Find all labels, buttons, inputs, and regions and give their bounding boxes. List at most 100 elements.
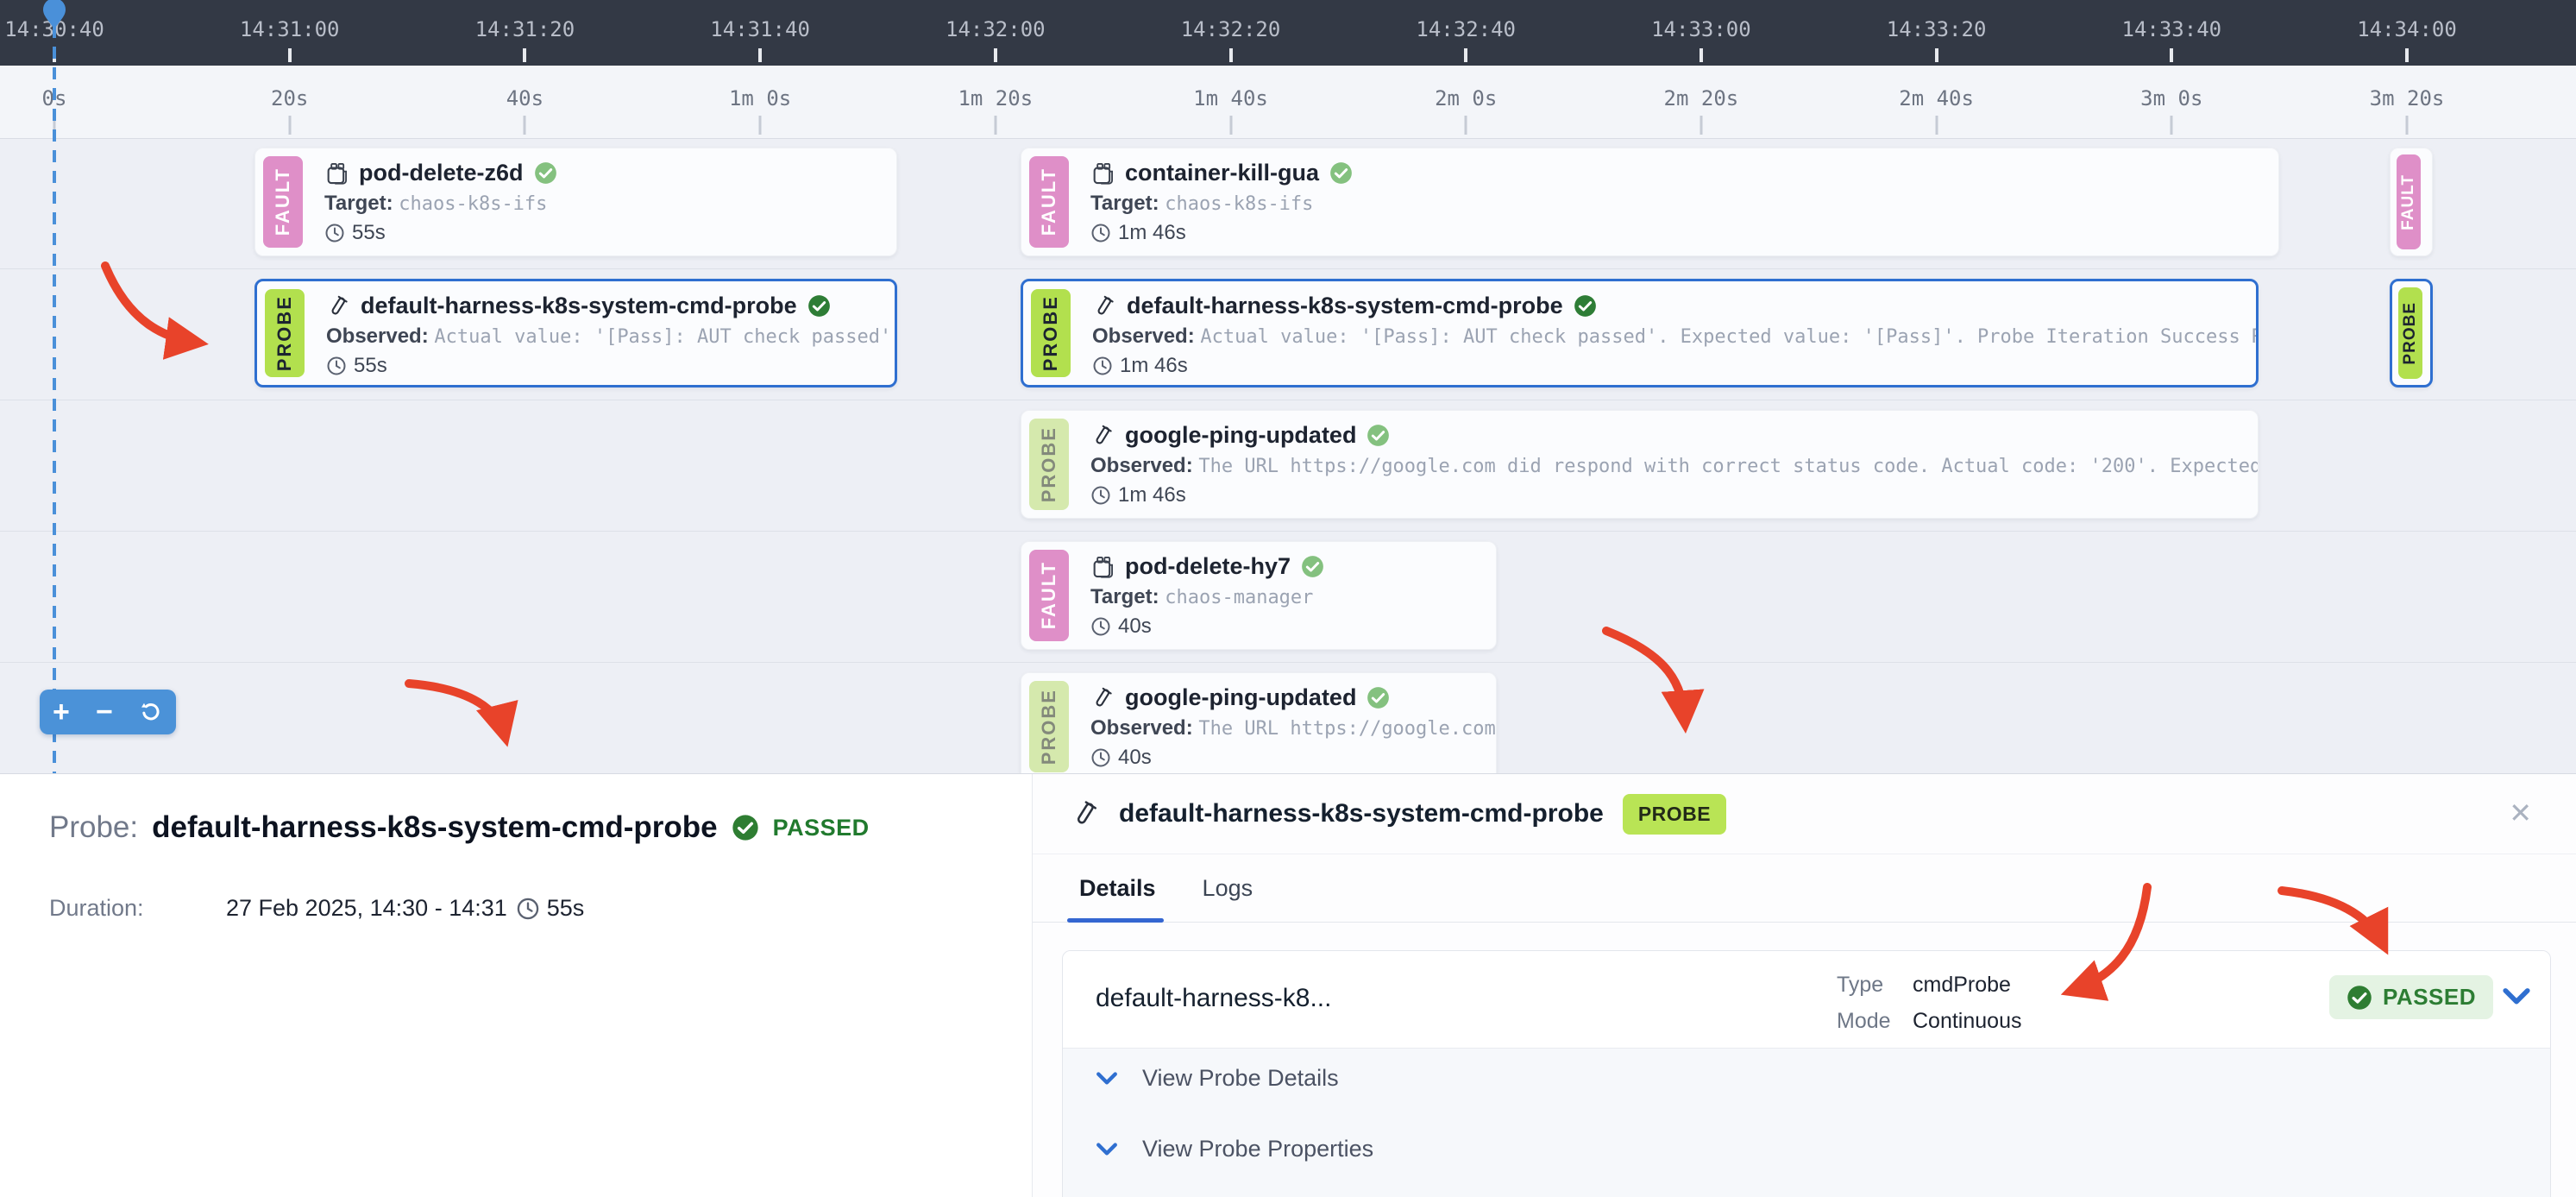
relative-time-tick-label: 1m 40s	[1193, 86, 1268, 110]
zoom-in-button[interactable]: +	[53, 697, 70, 727]
probe-test-tube-icon	[1090, 424, 1115, 448]
absolute-time-tick-label: 14:31:00	[240, 17, 340, 41]
tick-mark	[288, 116, 291, 135]
passed-status-badge: PASSED	[2329, 975, 2493, 1019]
timeline-event-card[interactable]: PROBE default-harness-k8s-system-cmd-pro…	[254, 279, 897, 387]
tick-mark	[1465, 116, 1467, 135]
event-title: google-ping-updated	[1125, 684, 1356, 711]
row-divider	[0, 531, 2576, 532]
check-circle-icon	[534, 161, 557, 185]
event-kind-badge: PROBE	[2398, 287, 2422, 379]
probe-test-tube-icon	[1090, 686, 1115, 710]
absolute-time-tick-label: 14:31:40	[710, 17, 810, 41]
fault-icon	[1090, 555, 1115, 579]
detail-panel-header: default-harness-k8s-system-cmd-probe PRO…	[1033, 774, 2576, 854]
clock-icon	[516, 897, 540, 921]
absolute-time-tick-label: 14:32:20	[1181, 17, 1281, 41]
tick-mark	[288, 48, 292, 62]
passed-status-text: PASSED	[2383, 984, 2476, 1011]
timeline-event-card[interactable]: PROBE google-ping-updated	[1021, 672, 1497, 773]
event-card-content: pod-delete-z6d Target: chaos-k8s-ifs 55s	[311, 148, 896, 255]
event-kind-badge: FAULT	[1029, 550, 1069, 641]
check-circle-icon	[2347, 985, 2372, 1011]
probe-test-tube-icon	[326, 294, 350, 318]
check-circle-icon	[1301, 555, 1324, 578]
tab-details[interactable]: Details	[1079, 875, 1156, 902]
detail-panel-title: default-harness-k8s-system-cmd-probe	[1119, 799, 1604, 828]
event-duration: 55s	[352, 221, 386, 245]
clock-icon	[1090, 747, 1111, 768]
zoom-out-button[interactable]: −	[96, 697, 113, 727]
fault-icon	[324, 161, 349, 186]
event-card-content: container-kill-gua Target: chaos-k8s-ifs…	[1077, 148, 2278, 255]
bottom-detail-area: Probe: default-harness-k8s-system-cmd-pr…	[0, 773, 2576, 1197]
zoom-reset-button[interactable]	[139, 700, 163, 724]
probe-summary-row[interactable]: default-harness-k8... TypecmdProbe ModeC…	[1063, 951, 2550, 1049]
timeline-event-card[interactable]: FAULT pod-delete-hy7	[1021, 541, 1497, 650]
event-meta-value: The URL https://google.com…	[1198, 718, 1496, 740]
probe-heading-label: Probe:	[49, 810, 138, 845]
event-duration: 40s	[1118, 746, 1152, 770]
event-kind-badge: FAULT	[2397, 154, 2421, 249]
tick-mark	[2170, 48, 2173, 62]
event-kind-badge: FAULT	[1029, 156, 1069, 248]
check-circle-icon	[1367, 424, 1390, 447]
duration-label: Duration:	[49, 895, 226, 922]
event-duration: 1m 46s	[1118, 483, 1186, 507]
probe-test-tube-icon	[1071, 799, 1100, 828]
probe-name-truncated: default-harness-k8...	[1096, 984, 1331, 1013]
timeline-zoom-controls: + −	[40, 690, 176, 734]
event-title: pod-delete-hy7	[1125, 553, 1291, 580]
absolute-time-ruler: 14:30:4014:31:0014:31:2014:31:4014:32:00…	[0, 0, 2576, 66]
tab-logs[interactable]: Logs	[1203, 875, 1253, 902]
clock-icon	[1092, 356, 1113, 376]
mode-label: Mode	[1837, 1003, 1913, 1039]
view-probe-properties-link[interactable]: View Probe Properties	[1096, 1136, 1373, 1162]
duration-seconds: 55s	[547, 895, 585, 922]
timeline-event-card[interactable]: FAULT pod-delete-z6d	[254, 148, 897, 256]
relative-time-tick-label: 40s	[506, 86, 543, 110]
event-meta-value: The URL https://google.com did respond w…	[1198, 456, 2258, 477]
tick-mark	[1464, 48, 1467, 62]
event-meta-value: Actual value: '[Pass]: AUT check passed'…	[1200, 326, 2256, 348]
absolute-time-tick-label: 14:32:00	[946, 17, 1046, 41]
absolute-time-tick-label: 14:32:40	[1416, 17, 1516, 41]
playhead-marker-icon[interactable]	[41, 0, 67, 31]
timeline-event-card[interactable]: PROBE	[2390, 279, 2433, 387]
duration-row: Duration: 27 Feb 2025, 14:30 - 14:31 55s	[49, 895, 584, 922]
relative-time-tick-label: 1m 20s	[958, 86, 1033, 110]
absolute-time-tick-label: 14:31:20	[475, 17, 575, 41]
absolute-time-tick-label: 14:33:00	[1651, 17, 1751, 41]
chevron-down-icon	[1096, 1141, 1118, 1158]
timeline-event-card[interactable]: PROBE google-ping-updated	[1021, 410, 2259, 519]
timeline-event-card[interactable]: FAULT container-kill-gua	[1021, 148, 2279, 256]
event-meta-value: chaos-k8s-ifs	[399, 193, 547, 215]
check-circle-icon	[732, 814, 759, 841]
close-icon[interactable]: ✕	[2509, 797, 2532, 829]
playhead-line	[53, 26, 56, 773]
type-mode-block: TypecmdProbe ModeContinuous	[1837, 967, 2021, 1039]
event-card-content: default-harness-k8s-system-cmd-probe Obs…	[1078, 281, 2256, 385]
tick-mark	[2406, 116, 2409, 135]
event-meta-label: Target:	[1090, 585, 1165, 608]
row-divider	[0, 662, 2576, 663]
event-kind-badge: PROBE	[1029, 419, 1069, 510]
event-meta-label: Target:	[1090, 192, 1165, 215]
relative-time-ruler: 0s20s40s1m 0s1m 20s1m 40s2m 0s2m 20s2m 4…	[0, 66, 2576, 139]
tick-mark	[1229, 116, 1232, 135]
tick-mark	[1700, 48, 1703, 62]
tick-mark	[524, 116, 526, 135]
event-duration: 55s	[354, 354, 387, 378]
event-title: default-harness-k8s-system-cmd-probe	[1127, 293, 1563, 319]
clock-icon	[1090, 485, 1111, 506]
event-duration: 40s	[1118, 614, 1152, 639]
type-value: cmdProbe	[1913, 973, 2011, 997]
chevron-down-icon[interactable]	[2502, 986, 2531, 1008]
relative-time-tick-label: 2m 20s	[1664, 86, 1739, 110]
timeline-event-card[interactable]: PROBE default-harness-k8s-system-cmd-pro…	[1021, 279, 2259, 387]
event-duration: 1m 46s	[1118, 221, 1186, 245]
timeline-event-card[interactable]: FAULT	[2390, 148, 2433, 256]
tick-mark	[2405, 48, 2409, 62]
tick-mark	[1935, 48, 1938, 62]
view-probe-details-link[interactable]: View Probe Details	[1096, 1065, 1339, 1092]
